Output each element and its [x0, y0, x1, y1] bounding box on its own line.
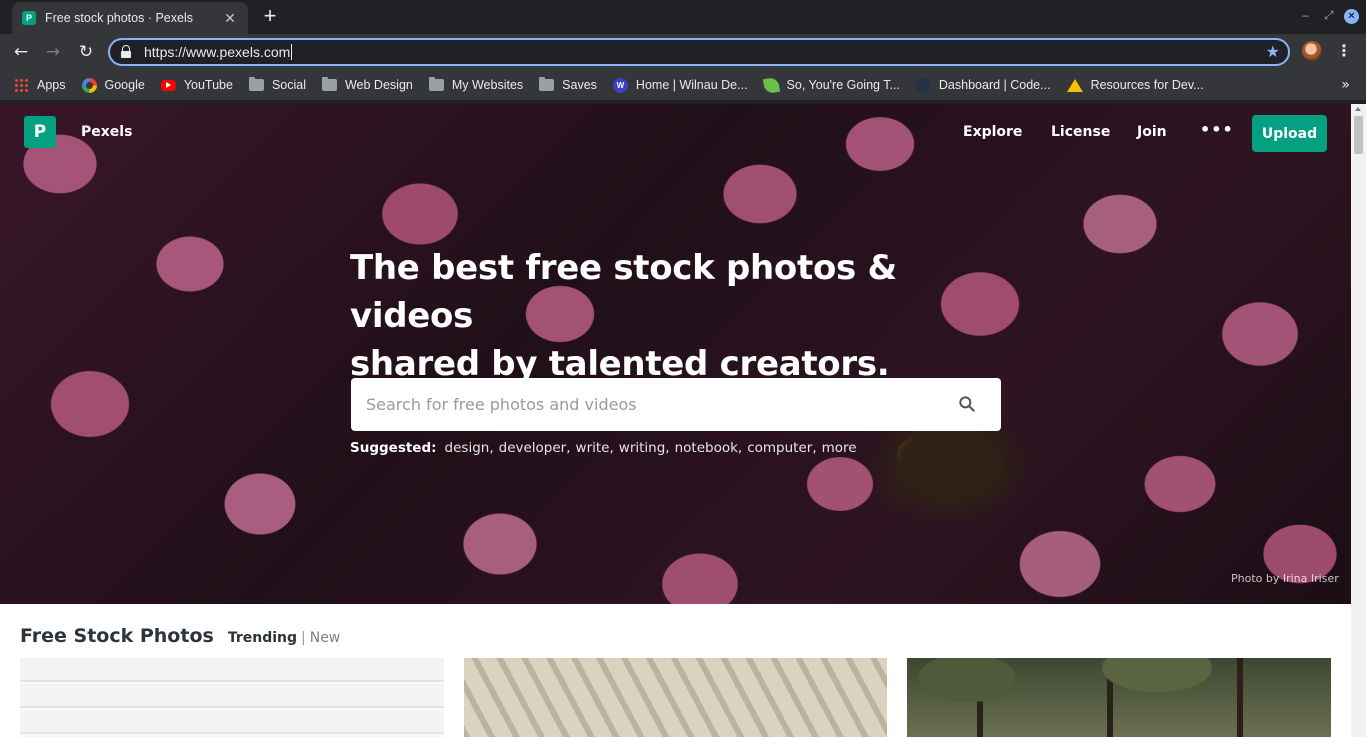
pexels-logo-icon[interactable]: P: [24, 116, 56, 148]
tab-strip: P Free stock photos · Pexels ✕ + – ⤢ ×: [0, 0, 1366, 34]
search-input[interactable]: [351, 378, 941, 431]
photo-thumbnail[interactable]: [20, 658, 444, 737]
tab-title: Free stock photos · Pexels: [45, 11, 193, 25]
more-menu-icon[interactable]: •••: [1200, 120, 1234, 139]
profile-avatar[interactable]: [1302, 41, 1322, 61]
tab-separator: |: [301, 630, 306, 646]
bookmark-folder-social[interactable]: Social: [248, 77, 306, 92]
photo-thumbnail[interactable]: [907, 658, 1331, 737]
scroll-up-arrow-icon[interactable]: [1355, 107, 1361, 111]
hero-section: P Pexels Explore License Join ••• Upload…: [0, 104, 1351, 604]
folder-icon: [539, 77, 555, 91]
browser-chrome: P Free stock photos · Pexels ✕ + – ⤢ × ←…: [0, 0, 1366, 104]
google-icon: [81, 77, 97, 93]
apps-icon: [14, 77, 29, 93]
lock-icon[interactable]: [120, 45, 132, 59]
browser-menu-icon[interactable]: ⋮: [1336, 41, 1352, 61]
folder-icon: [428, 77, 444, 91]
search-box: [351, 378, 1001, 431]
url-text[interactable]: https://www.pexels.com: [144, 44, 293, 60]
photos-section-header: Free Stock Photos Trending | New: [20, 625, 340, 647]
bookmark-wilnau[interactable]: W Home | Wilnau De...: [612, 77, 748, 93]
window-close-icon[interactable]: ×: [1344, 9, 1359, 24]
suggestion-more[interactable]: more: [822, 440, 857, 456]
suggestion-developer[interactable]: developer: [499, 440, 567, 456]
folder-icon: [321, 77, 337, 91]
hero-headline: The best free stock photos & videos shar…: [350, 244, 1030, 388]
bookmarks-overflow-icon[interactable]: »: [1341, 77, 1350, 93]
section-title: Free Stock Photos: [20, 625, 214, 647]
leaf-icon: [762, 76, 780, 94]
bookmark-star-icon[interactable]: ★: [1266, 42, 1280, 61]
photo-credit-link[interactable]: Photo by Irina Iriser: [1231, 572, 1339, 585]
bookmark-dashboard-code[interactable]: Dashboard | Code...: [915, 77, 1051, 93]
folder-icon: [248, 77, 264, 91]
suggestion-design[interactable]: design: [445, 440, 490, 456]
bookmark-resources-for-dev[interactable]: Resources for Dev...: [1066, 78, 1204, 92]
back-arrow-icon[interactable]: ←: [10, 41, 32, 63]
restore-icon[interactable]: ⤢: [1324, 8, 1334, 23]
codepen-icon: [915, 77, 931, 93]
headline-line-1: The best free stock photos & videos: [350, 248, 897, 336]
bookmark-folder-my-websites[interactable]: My Websites: [428, 77, 523, 92]
drive-icon: [1066, 78, 1083, 92]
suggestion-writing[interactable]: writing: [619, 440, 666, 456]
wilnau-icon: W: [612, 77, 628, 93]
bookmark-folder-saves[interactable]: Saves: [539, 77, 597, 92]
close-tab-icon[interactable]: ✕: [222, 10, 238, 27]
address-bar[interactable]: https://www.pexels.com ★: [108, 38, 1290, 66]
tab-new[interactable]: New: [310, 630, 341, 646]
scrollbar-thumb[interactable]: [1354, 116, 1363, 154]
nav-join[interactable]: Join: [1137, 124, 1167, 140]
minimize-icon[interactable]: –: [1302, 8, 1309, 22]
bookmark-folder-web-design[interactable]: Web Design: [321, 77, 413, 92]
browser-toolbar: ← → ↻ https://www.pexels.com ★ ⋮: [0, 34, 1366, 70]
forward-arrow-icon[interactable]: →: [42, 41, 64, 63]
reload-icon[interactable]: ↻: [75, 41, 97, 63]
bookmark-so-youre-going[interactable]: So, You're Going T...: [762, 76, 900, 94]
suggestion-notebook[interactable]: notebook: [675, 440, 738, 456]
search-icon[interactable]: [957, 394, 977, 414]
new-tab-button[interactable]: +: [258, 5, 282, 29]
suggestion-computer[interactable]: computer: [747, 440, 812, 456]
youtube-icon: [160, 79, 176, 91]
upload-button[interactable]: Upload: [1252, 115, 1327, 152]
browser-tab[interactable]: P Free stock photos · Pexels ✕: [12, 2, 248, 34]
pexels-page: P Pexels Explore License Join ••• Upload…: [0, 104, 1351, 737]
pexels-favicon-icon: P: [22, 11, 36, 25]
nav-explore[interactable]: Explore: [963, 124, 1022, 140]
page-scrollbar[interactable]: [1351, 104, 1366, 737]
bookmark-google[interactable]: Google: [81, 77, 145, 93]
bookmark-apps[interactable]: Apps: [14, 77, 66, 93]
nav-license[interactable]: License: [1051, 124, 1110, 140]
suggestion-write[interactable]: write: [576, 440, 610, 456]
bookmarks-bar: Apps Google YouTube Social Web Design My…: [0, 70, 1366, 100]
suggested-label: Suggested:: [350, 440, 437, 456]
tab-trending[interactable]: Trending: [228, 630, 297, 646]
photo-thumbnail[interactable]: [464, 658, 887, 737]
pexels-logo-text[interactable]: Pexels: [81, 124, 132, 140]
suggested-searches: Suggested: design, developer, write, wri…: [350, 440, 857, 456]
bookmark-youtube[interactable]: YouTube: [160, 78, 233, 92]
